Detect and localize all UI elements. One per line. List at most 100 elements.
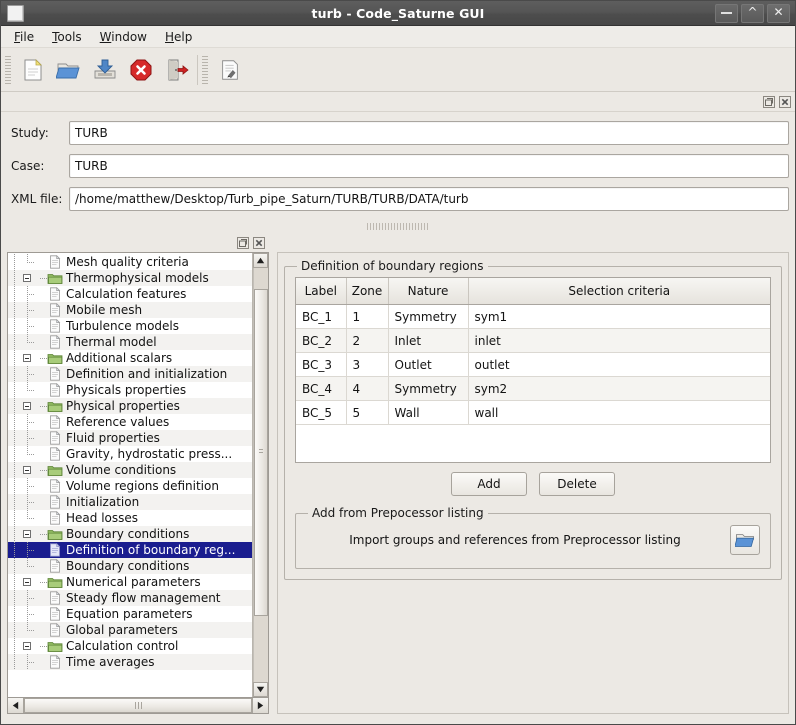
tree-item[interactable]: Head losses (8, 510, 252, 526)
menu-help[interactable]: Help (156, 28, 201, 46)
tree-vertical-scrollbar[interactable] (252, 253, 268, 697)
open-folder-icon[interactable] (51, 52, 87, 88)
column-header-label[interactable]: Label (296, 278, 347, 305)
tree-item[interactable]: Fluid properties (8, 430, 252, 446)
quit-icon[interactable] (159, 52, 195, 88)
tree-expander[interactable] (21, 574, 34, 590)
form-dock-float-button[interactable] (762, 95, 775, 108)
tree-item[interactable]: Thermal model (8, 334, 252, 350)
tree-item[interactable]: Additional scalars (8, 350, 252, 366)
tree-item[interactable]: Turbulence models (8, 318, 252, 334)
table-row[interactable]: BC_5 5 Wall wall (296, 400, 770, 425)
tree-item[interactable]: Boundary conditions (8, 526, 252, 542)
cell-label[interactable]: BC_3 (296, 352, 347, 377)
tree-scroll-thumb[interactable] (254, 288, 268, 616)
tree-item[interactable]: Equation parameters (8, 606, 252, 622)
tree-scroll-track[interactable] (253, 268, 268, 682)
column-header-zone[interactable]: Zone (346, 278, 389, 305)
tree-item[interactable]: Mobile mesh (8, 302, 252, 318)
toolbar-grip[interactable] (5, 55, 11, 84)
case-field[interactable]: TURB (69, 153, 789, 178)
boundary-regions-table-container[interactable]: Label Zone Nature Selection criteria BC_… (295, 277, 771, 463)
cell-label[interactable]: BC_4 (296, 376, 347, 401)
column-header-criteria[interactable]: Selection criteria (468, 278, 770, 305)
tree-scroll-left-button[interactable] (8, 698, 24, 713)
tree-expander[interactable] (21, 398, 34, 414)
minimize-button[interactable] (715, 3, 738, 23)
tree-hscroll-track[interactable] (24, 698, 252, 713)
tree-hscroll-thumb[interactable] (24, 698, 252, 713)
cell-nature[interactable]: Inlet (388, 328, 469, 353)
menu-window[interactable]: Window (91, 28, 156, 46)
cell-label[interactable]: BC_1 (296, 304, 347, 329)
stop-icon[interactable] (123, 52, 159, 88)
tree-dock-float-button[interactable] (236, 236, 249, 249)
cell-nature[interactable]: Symmetry (388, 304, 469, 329)
tree-expander[interactable] (21, 350, 34, 366)
vertical-splitter[interactable] (269, 252, 277, 714)
tree-item[interactable]: Steady flow management (8, 590, 252, 606)
tree-item[interactable]: Calculation features (8, 286, 252, 302)
table-row[interactable]: BC_1 1 Symmetry sym1 (296, 304, 770, 329)
table-row[interactable]: BC_2 2 Inlet inlet (296, 328, 770, 353)
table-row[interactable]: BC_3 3 Outlet outlet (296, 352, 770, 377)
tree-expander[interactable] (21, 638, 34, 654)
tree-item[interactable]: Mesh quality criteria (8, 254, 252, 270)
tree-item[interactable]: Definition and initialization (8, 366, 252, 382)
tree-expander[interactable] (21, 270, 34, 286)
cell-criteria[interactable]: sym2 (468, 376, 770, 401)
menu-tools[interactable]: Tools (43, 28, 91, 46)
tree-item[interactable]: Reference values (8, 414, 252, 430)
tree-dock-close-button[interactable] (252, 236, 265, 249)
cell-criteria[interactable]: sym1 (468, 304, 770, 329)
cell-nature[interactable]: Symmetry (388, 376, 469, 401)
tree-item[interactable]: Calculation control (8, 638, 252, 654)
tree-item[interactable]: Volume conditions (8, 462, 252, 478)
cell-zone[interactable]: 5 (346, 400, 389, 425)
maximize-button[interactable]: ^ (741, 3, 764, 23)
tree-scroll-up-button[interactable] (253, 253, 268, 268)
tree-item[interactable]: Volume regions definition (8, 478, 252, 494)
tree-expander[interactable] (21, 462, 34, 478)
preprocessor-listing-icon[interactable] (212, 52, 248, 88)
cell-nature[interactable]: Wall (388, 400, 469, 425)
tree-item-selected[interactable]: Definition of boundary reg... (8, 542, 252, 558)
cell-criteria[interactable]: wall (468, 400, 770, 425)
save-icon[interactable] (87, 52, 123, 88)
cell-nature[interactable]: Outlet (388, 352, 469, 377)
cell-zone[interactable]: 2 (346, 328, 389, 353)
tree-item[interactable]: Thermophysical models (8, 270, 252, 286)
tree-scroll-down-button[interactable] (253, 682, 268, 697)
add-button[interactable]: Add (451, 472, 527, 496)
toolbar-grip-2[interactable] (202, 55, 208, 84)
tree-item[interactable]: Physical properties (8, 398, 252, 414)
tree-item[interactable]: Boundary conditions (8, 558, 252, 574)
cell-criteria[interactable]: outlet (468, 352, 770, 377)
study-field[interactable]: TURB (69, 120, 789, 145)
import-listing-button[interactable] (730, 525, 760, 555)
tree-item[interactable]: Gravity, hydrostatic press... (8, 446, 252, 462)
menu-file[interactable]: File (5, 28, 43, 46)
cell-criteria[interactable]: inlet (468, 328, 770, 353)
tree-item[interactable]: Physicals properties (8, 382, 252, 398)
new-case-icon[interactable] (15, 52, 51, 88)
horizontal-splitter[interactable] (1, 219, 795, 233)
cell-zone[interactable]: 1 (346, 304, 389, 329)
cell-label[interactable]: BC_5 (296, 400, 347, 425)
tree-items-container[interactable]: Mesh quality criteria Thermophysical mode… (8, 253, 252, 697)
table-row[interactable]: BC_4 4 Symmetry sym2 (296, 376, 770, 401)
tree-item[interactable]: Initialization (8, 494, 252, 510)
tree-item[interactable]: Global parameters (8, 622, 252, 638)
form-dock-close-button[interactable] (778, 95, 791, 108)
tree-scroll-right-button[interactable] (252, 698, 268, 713)
xml-file-field[interactable]: /home/matthew/Desktop/Turb_pipe_Saturn/T… (69, 186, 789, 211)
tree-expander[interactable] (21, 526, 34, 542)
cell-zone[interactable]: 4 (346, 376, 389, 401)
cell-label[interactable]: BC_2 (296, 328, 347, 353)
cell-zone[interactable]: 3 (346, 352, 389, 377)
tree-item[interactable]: Numerical parameters (8, 574, 252, 590)
tree-item[interactable]: Time averages (8, 654, 252, 670)
tree-horizontal-scrollbar[interactable] (7, 698, 269, 714)
close-button[interactable]: ✕ (767, 3, 790, 23)
column-header-nature[interactable]: Nature (388, 278, 469, 305)
